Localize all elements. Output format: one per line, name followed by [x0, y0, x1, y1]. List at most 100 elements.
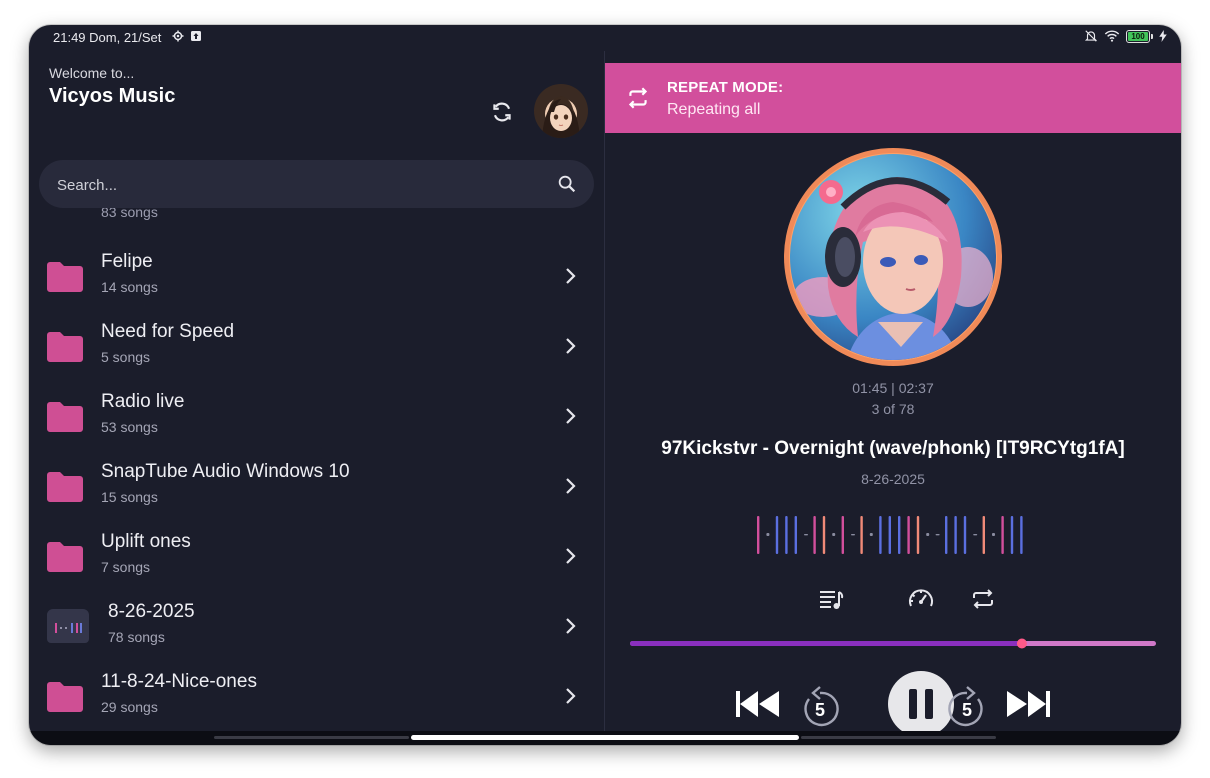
- chevron-right-icon: [566, 338, 576, 354]
- chevron-right-icon: [566, 688, 576, 704]
- playing-folder-thumbnail: [47, 609, 89, 643]
- folder-song-count: 7 songs: [101, 559, 151, 575]
- chevron-right-icon: [566, 408, 576, 424]
- svg-text:5: 5: [815, 700, 825, 720]
- status-time-date: 21:49 Dom, 21/Set: [53, 30, 162, 45]
- wifi-icon: [1104, 30, 1120, 42]
- forward-5-icon[interactable]: 5: [947, 683, 987, 727]
- chevron-right-icon: [566, 268, 576, 284]
- search-icon[interactable]: [556, 173, 578, 195]
- folder-song-count: 29 songs: [101, 699, 158, 715]
- visualizer-bar: [832, 533, 836, 536]
- visualizer-bar: [766, 533, 770, 536]
- folder-name: Need for Speed: [101, 321, 235, 342]
- folder-name: Uplift ones: [101, 531, 191, 552]
- previous-track-icon[interactable]: [735, 689, 781, 719]
- visualizer-bar: [757, 516, 760, 554]
- album-art: [783, 147, 1003, 367]
- folder-song-count: 14 songs: [101, 279, 158, 295]
- visualizer-bar: [804, 534, 808, 536]
- visualizer-bar: [860, 516, 863, 554]
- folder-icon: [47, 332, 83, 362]
- next-track-icon[interactable]: [1005, 689, 1051, 719]
- visualizer-bar: [888, 516, 891, 554]
- chevron-right-icon: [566, 478, 576, 494]
- folder-icon: [47, 542, 83, 572]
- visualizer-bar: [1010, 516, 1014, 554]
- list-item[interactable]: 11-8-24-Nice-ones 29 songs: [29, 661, 604, 731]
- visualizer-bar: [794, 516, 797, 554]
- chevron-right-icon: [566, 548, 576, 564]
- pause-icon: [909, 689, 933, 719]
- rewind-5-icon[interactable]: 5: [800, 683, 840, 727]
- playlist-icon[interactable]: [817, 586, 845, 612]
- device-screen: 21:49 Dom, 21/Set 100 Welcome to... Vicy…: [29, 25, 1181, 745]
- home-indicator[interactable]: [411, 735, 799, 740]
- settings-icon: [172, 30, 184, 42]
- visualizer-bar: [945, 516, 948, 554]
- folder-song-count: 78 songs: [108, 629, 165, 645]
- player-pane: REPEAT MODE: Repeating all 01:45 | 02:37…: [605, 51, 1181, 737]
- folder-name: 8-26-2025: [108, 601, 195, 622]
- app-title: Vicyos Music: [49, 85, 176, 107]
- list-item[interactable]: Radio live 53 songs: [29, 381, 604, 451]
- avatar[interactable]: [534, 84, 588, 138]
- folder-icon: [47, 262, 83, 292]
- list-item[interactable]: Felipe 14 songs: [29, 241, 604, 311]
- visualizer-bar: [954, 516, 957, 554]
- visualizer-bar: [813, 516, 816, 554]
- track-position: 3 of 78: [871, 401, 915, 417]
- folder-name: Felipe: [101, 251, 153, 272]
- song-album-date: 8-26-2025: [861, 471, 925, 487]
- visualizer-bar: [1001, 516, 1004, 554]
- audio-visualizer: [757, 516, 1023, 554]
- charging-icon: [1159, 30, 1167, 42]
- repeat-icon: [628, 87, 648, 109]
- refresh-icon[interactable]: [489, 99, 515, 125]
- visualizer-bar: [879, 516, 882, 554]
- visualizer-bar: [841, 516, 844, 554]
- list-item[interactable]: Uplift ones 7 songs: [29, 521, 604, 591]
- folder-icon: [47, 682, 83, 712]
- visualizer-bar: [973, 534, 978, 536]
- visualizer-bar: [926, 533, 930, 536]
- visualizer-bar: [851, 534, 855, 536]
- list-item[interactable]: Need for Speed 5 songs: [29, 311, 604, 381]
- chevron-right-icon: [566, 618, 576, 634]
- visualizer-bar: [916, 516, 920, 554]
- visualizer-bar: [1020, 516, 1023, 554]
- visualizer-bar: [982, 516, 985, 554]
- battery-level: 100: [1131, 31, 1145, 41]
- gesture-bar: [29, 731, 1181, 745]
- pause-button[interactable]: [888, 671, 954, 737]
- folder-name: Radio live: [101, 391, 185, 412]
- repeat-icon[interactable]: [969, 586, 997, 612]
- playback-time: 01:45 | 02:37: [852, 380, 934, 396]
- battery-icon: 100: [1126, 29, 1153, 43]
- folder-icon: [47, 402, 83, 432]
- silent-bell-icon: [1084, 30, 1098, 42]
- list-item[interactable]: SnapTube Audio Windows 10 15 songs: [29, 451, 604, 521]
- visualizer-bar: [785, 516, 788, 554]
- seek-bar[interactable]: [630, 635, 1156, 651]
- folder-song-count: 53 songs: [101, 419, 158, 435]
- visualizer-bar: [869, 533, 873, 536]
- visualizer-bar: [935, 534, 940, 536]
- toast-message: Repeating all: [667, 101, 761, 118]
- folder-list: 83 songs Felipe 14 songs Need for Speed …: [29, 208, 604, 731]
- list-item[interactable]: 8-26-2025 78 songs: [29, 591, 604, 661]
- upload-notification-icon: [191, 31, 201, 41]
- svg-text:5: 5: [962, 700, 972, 720]
- search-input[interactable]: [55, 160, 539, 210]
- visualizer-bar: [907, 516, 910, 554]
- visualizer-bar: [898, 516, 901, 554]
- search-bar: [39, 160, 594, 210]
- folder-song-count: 5 songs: [101, 349, 151, 365]
- playback-speed-icon[interactable]: [907, 586, 935, 612]
- song-title: 97Kickstvr - Overnight (wave/phonk) [IT9…: [661, 438, 1125, 459]
- visualizer-bar: [992, 533, 995, 536]
- visualizer-bar: [775, 516, 779, 554]
- status-bar: 21:49 Dom, 21/Set 100: [29, 25, 1181, 51]
- library-pane: Welcome to... Vicyos Music Search... 83 …: [29, 51, 604, 731]
- folder-song-count: 15 songs: [101, 489, 158, 505]
